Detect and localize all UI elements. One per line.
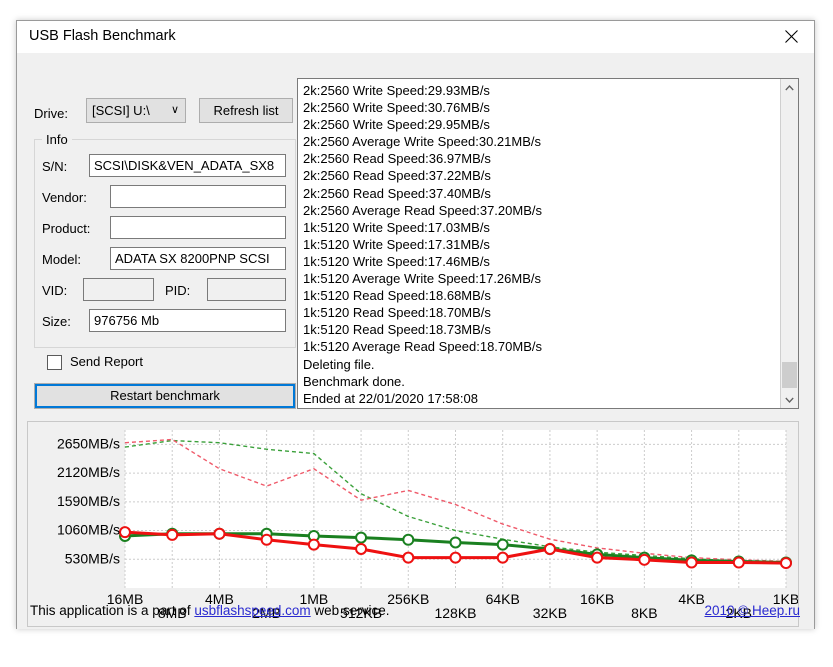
usbflashspeed-link[interactable]: usbflashspeed.com bbox=[194, 603, 310, 618]
chart-point-marker bbox=[732, 556, 745, 569]
status-text-before: This application is a part of bbox=[30, 603, 195, 618]
log-line: Deleting file. bbox=[303, 356, 375, 372]
title-bar: USB Flash Benchmark bbox=[17, 21, 814, 53]
log-line: Ended at 22/01/2020 17:58:08 bbox=[303, 390, 478, 406]
log-line: 2k:2560 Write Speed:30.76MB/s bbox=[303, 100, 490, 116]
chart-point-marker bbox=[591, 551, 604, 564]
log-line: 2k:2560 Average Write Speed:30.21MB/s bbox=[303, 134, 542, 150]
chart-point-marker bbox=[685, 556, 698, 569]
model-label: Model: bbox=[42, 252, 82, 267]
status-bar: This application is a part of usbflashsp… bbox=[17, 595, 814, 629]
chart-point-marker bbox=[307, 538, 320, 551]
size-label: Size: bbox=[42, 314, 71, 329]
application-window: USB Flash Benchmark Drive: [SCSI] U:\ ∨ … bbox=[16, 20, 815, 629]
chart-point-marker bbox=[213, 527, 226, 540]
chart-point-marker bbox=[780, 557, 792, 570]
log-scrollbar[interactable] bbox=[780, 79, 798, 408]
log-line: 1k:5120 Write Speed:17.46MB/s bbox=[303, 253, 490, 269]
chart-point-marker bbox=[402, 533, 415, 546]
checkbox-box bbox=[47, 355, 62, 370]
scrollbar-thumb[interactable] bbox=[782, 362, 797, 388]
size-field[interactable]: 976756 Mb bbox=[89, 309, 286, 332]
log-line: 1k:5120 Average Write Speed:17.26MB/s bbox=[303, 271, 542, 287]
chart-y-tick-label: 530MB/s bbox=[65, 550, 120, 566]
scroll-down-icon[interactable] bbox=[781, 391, 798, 408]
log-line: 1k:5120 Read Speed:18.73MB/s bbox=[303, 322, 491, 338]
log-line: 2k:2560 Average Read Speed:37.20MB/s bbox=[303, 202, 542, 218]
chart-point-marker bbox=[166, 528, 179, 541]
drive-select-value: [SCSI] U:\ bbox=[92, 103, 150, 118]
chart-point-marker bbox=[355, 531, 368, 544]
chart-point-marker bbox=[496, 551, 509, 564]
chart-y-tick-label: 2650MB/s bbox=[57, 435, 120, 451]
chart-point-marker bbox=[449, 536, 462, 549]
client-area: Drive: [SCSI] U:\ ∨ Refresh list Info S/… bbox=[17, 53, 814, 629]
log-line: 2k:2560 Write Speed:29.93MB/s bbox=[303, 83, 490, 98]
chart-point-marker bbox=[543, 542, 556, 555]
drive-select[interactable]: [SCSI] U:\ ∨ bbox=[86, 98, 186, 123]
log-line: 1k:5120 Read Speed:18.68MB/s bbox=[303, 288, 491, 304]
close-icon[interactable] bbox=[768, 21, 814, 52]
chart-point-marker bbox=[119, 526, 131, 539]
log-line: 2k:2560 Read Speed:36.97MB/s bbox=[303, 151, 491, 167]
log-line: 1k:5120 Write Speed:17.31MB/s bbox=[303, 236, 490, 252]
window-title: USB Flash Benchmark bbox=[29, 28, 176, 44]
copyright-link[interactable]: 2010 © Heep.ru bbox=[704, 603, 800, 618]
chevron-down-icon: ∨ bbox=[170, 104, 179, 116]
restart-benchmark-button[interactable]: Restart benchmark bbox=[34, 383, 296, 409]
chart-point-marker bbox=[402, 551, 415, 564]
log-line: 2k:2560 Read Speed:37.40MB/s bbox=[303, 185, 491, 201]
vid-field[interactable] bbox=[83, 278, 154, 301]
chart-point-marker bbox=[449, 551, 462, 564]
refresh-list-button[interactable]: Refresh list bbox=[199, 98, 293, 123]
scroll-up-icon[interactable] bbox=[781, 79, 798, 96]
vendor-label: Vendor: bbox=[42, 190, 87, 205]
send-report-label: Send Report bbox=[70, 354, 143, 369]
log-line: 2k:2560 Read Speed:37.22MB/s bbox=[303, 168, 491, 184]
chart-point-marker bbox=[260, 533, 273, 546]
serial-number-label: S/N: bbox=[42, 159, 68, 174]
benchmark-log-box: 2k:2560 Write Speed:29.93MB/s 2k:2560 Wri… bbox=[297, 78, 799, 409]
product-label: Product: bbox=[42, 221, 91, 236]
log-line: 2k:2560 Write Speed:29.95MB/s bbox=[303, 117, 490, 133]
benchmark-log-text[interactable]: 2k:2560 Write Speed:29.93MB/s 2k:2560 Wri… bbox=[298, 79, 778, 408]
vendor-field[interactable] bbox=[110, 185, 286, 208]
serial-number-field[interactable]: SCSI\DISK&VEN_ADATA_SX8 bbox=[89, 154, 286, 177]
chart-point-marker bbox=[638, 553, 651, 566]
log-line: Benchmark done. bbox=[303, 373, 405, 389]
log-line: 1k:5120 Read Speed:18.70MB/s bbox=[303, 305, 491, 321]
status-text: This application is a part of usbflashsp… bbox=[30, 603, 389, 618]
status-text-after: web service. bbox=[310, 603, 390, 618]
pid-field[interactable] bbox=[207, 278, 286, 301]
log-line: 1k:5120 Write Speed:17.03MB/s bbox=[303, 219, 490, 235]
chart-y-tick-label: 2120MB/s bbox=[57, 464, 120, 480]
drive-label: Drive: bbox=[34, 106, 68, 121]
chart-y-tick-label: 1060MB/s bbox=[57, 522, 120, 538]
chart-point-marker bbox=[355, 542, 368, 555]
vid-label: VID: bbox=[42, 283, 68, 298]
log-line: 1k:5120 Average Read Speed:18.70MB/s bbox=[303, 339, 542, 355]
model-field[interactable]: ADATA SX 8200PNP SCSI bbox=[110, 247, 286, 270]
chart-y-tick-label: 1590MB/s bbox=[57, 493, 120, 509]
chart-point-marker bbox=[496, 538, 509, 551]
info-legend: Info bbox=[42, 132, 72, 147]
pid-label: PID: bbox=[165, 283, 191, 298]
product-field[interactable] bbox=[110, 216, 286, 239]
